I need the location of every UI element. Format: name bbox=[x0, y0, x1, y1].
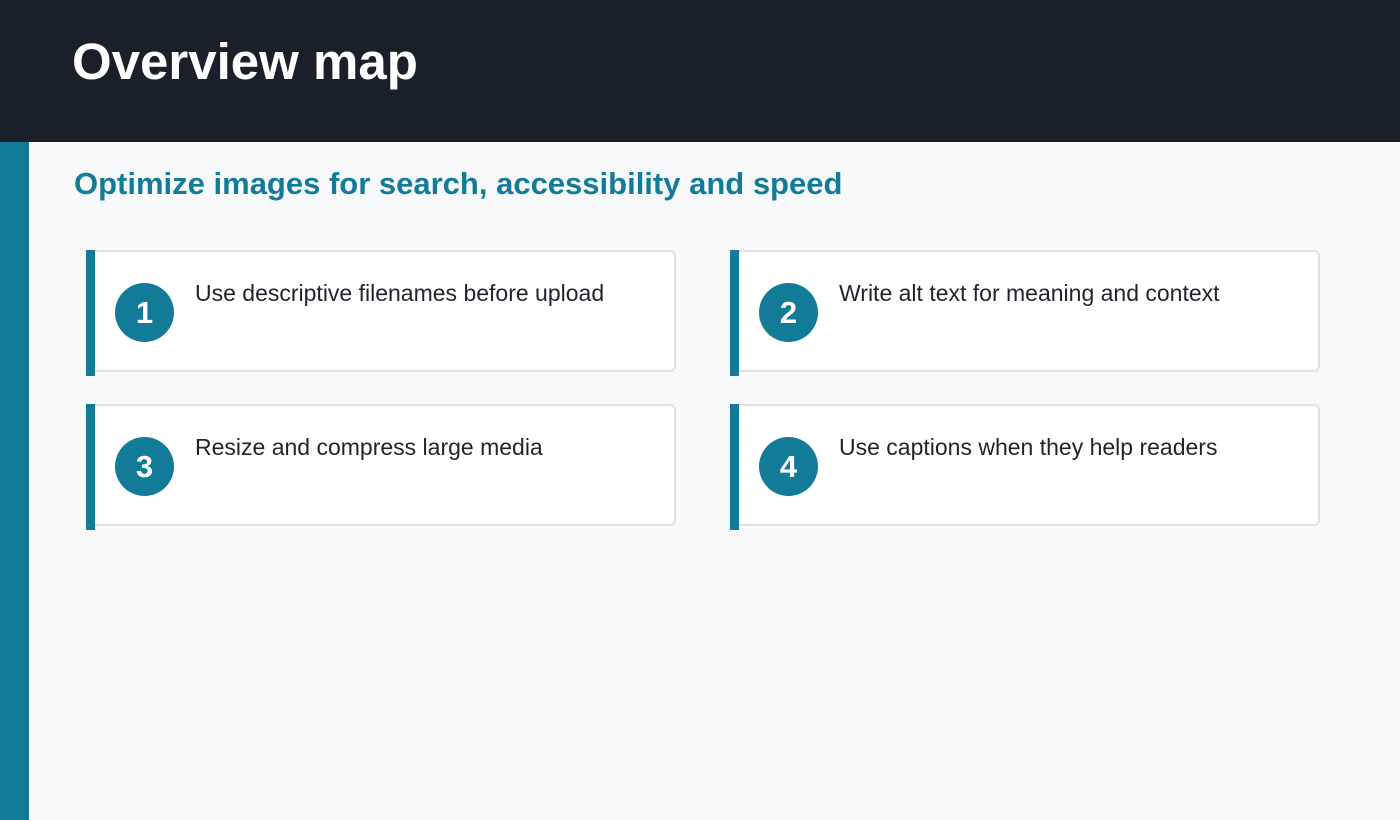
step-text: Resize and compress large media bbox=[195, 434, 543, 460]
step-number-badge: 3 bbox=[115, 437, 174, 496]
card-accent-bar bbox=[730, 404, 739, 530]
section-subtitle: Optimize images for search, accessibilit… bbox=[74, 166, 843, 201]
step-number-badge: 4 bbox=[759, 437, 818, 496]
step-card-4: 4 Use captions when they help readers bbox=[730, 404, 1320, 530]
step-number-badge: 1 bbox=[115, 283, 174, 342]
step-card-3: 3 Resize and compress large media bbox=[86, 404, 676, 530]
side-accent-bar bbox=[0, 142, 29, 820]
card-accent-bar bbox=[86, 404, 95, 530]
page: Overview map Optimize images for search,… bbox=[0, 0, 1400, 820]
page-title: Overview map bbox=[72, 33, 418, 90]
step-text: Write alt text for meaning and context bbox=[839, 280, 1220, 306]
step-text: Use captions when they help readers bbox=[839, 434, 1218, 460]
card-accent-bar bbox=[86, 250, 95, 376]
card-accent-bar bbox=[730, 250, 739, 376]
step-card-2: 2 Write alt text for meaning and context bbox=[730, 250, 1320, 376]
header: Overview map bbox=[0, 0, 1400, 142]
step-number-badge: 2 bbox=[759, 283, 818, 342]
step-text: Use descriptive filenames before upload bbox=[195, 280, 605, 306]
step-card-1: 1 Use descriptive filenames before uploa… bbox=[86, 250, 676, 376]
